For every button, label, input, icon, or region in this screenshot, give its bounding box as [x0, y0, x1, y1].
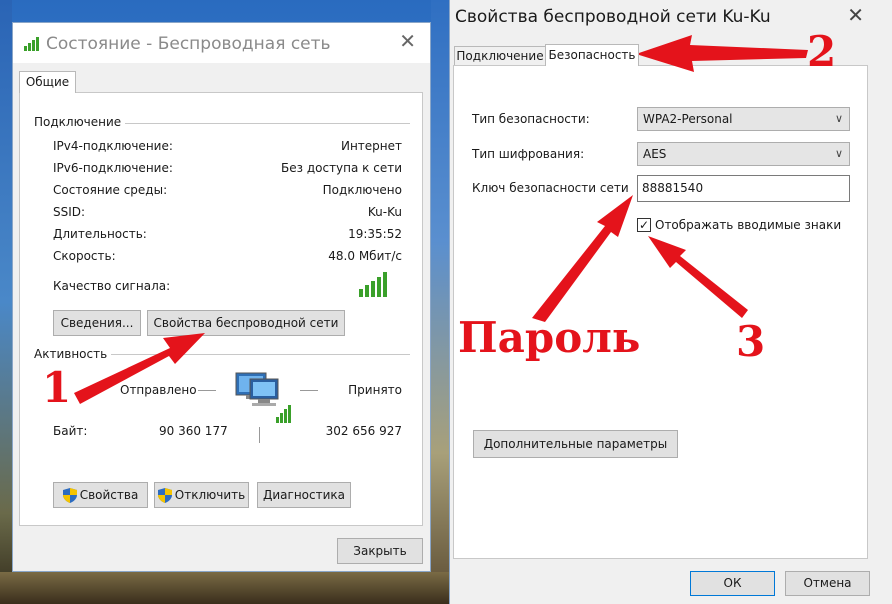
close-button[interactable]: Закрыть	[337, 538, 423, 564]
media-state-label: Состояние среды:	[53, 183, 168, 197]
ipv6-value: Без доступа к сети	[281, 161, 402, 175]
divider	[198, 390, 216, 391]
activity-group-label: Активность	[34, 347, 112, 361]
annotation-password: Пароль	[458, 313, 641, 362]
properties-label: Свойства	[79, 488, 139, 502]
signal-strength-icon	[359, 272, 387, 297]
security-type-select[interactable]: WPA2-Personal ∨	[637, 107, 850, 131]
title-bar: Состояние - Беспроводная сеть ✕	[13, 23, 430, 63]
ipv6-label: IPv6-подключение:	[53, 161, 173, 175]
annotation-step-2: 2	[807, 27, 837, 76]
wifi-signal-icon	[24, 37, 39, 51]
desktop-background-middle	[431, 0, 449, 604]
bytes-received-value: 302 656 927	[325, 424, 402, 438]
ipv4-value: Интернет	[340, 139, 402, 153]
network-computers-icon	[235, 372, 291, 423]
disable-label: Отключить	[174, 488, 246, 502]
desktop-background-bottom	[0, 572, 449, 604]
divider	[300, 390, 318, 391]
chevron-down-icon: ∨	[834, 147, 843, 160]
close-icon[interactable]: ✕	[847, 5, 864, 25]
tab-security[interactable]: Безопасность	[545, 44, 639, 66]
speed-value: 48.0 Мбит/с	[328, 249, 402, 263]
shield-icon	[62, 488, 77, 503]
connection-group-label: Подключение	[34, 115, 126, 129]
window-title: Состояние - Беспроводная сеть	[46, 34, 331, 54]
received-label: Принято	[348, 383, 402, 397]
general-panel: Подключение IPv4-подключение: Интернет I…	[19, 92, 423, 526]
annotation-step-1: 1	[42, 363, 72, 412]
properties-button[interactable]: Свойства	[53, 482, 148, 508]
window-title: Свойства беспроводной сети Ku-Ku	[455, 7, 771, 27]
duration-label: Длительность:	[53, 227, 147, 241]
show-characters-label: Отображать вводимые знаки	[655, 218, 842, 232]
close-icon[interactable]: ✕	[399, 31, 416, 51]
security-type-label: Тип безопасности:	[472, 112, 590, 126]
ssid-value: Ku-Ku	[367, 205, 402, 219]
show-characters-checkbox[interactable]: ✓	[637, 218, 651, 232]
security-type-value: WPA2-Personal	[643, 112, 733, 126]
details-button[interactable]: Сведения...	[53, 310, 141, 336]
wireless-properties-window: Свойства беспроводной сети Ku-Ku ✕ Подкл…	[449, 0, 892, 604]
chevron-down-icon: ∨	[834, 112, 843, 125]
signal-quality-label: Качество сигнала:	[53, 279, 171, 293]
security-key-input[interactable]: 88881540	[637, 175, 850, 202]
speed-label: Скорость:	[53, 249, 116, 263]
sent-label: Отправлено	[120, 383, 197, 397]
ssid-label: SSID:	[53, 205, 86, 219]
disable-button[interactable]: Отключить	[154, 482, 249, 508]
wireless-properties-button[interactable]: Свойства беспроводной сети	[147, 310, 345, 336]
shield-icon	[157, 488, 172, 503]
annotation-step-3: 3	[736, 317, 766, 366]
ok-button[interactable]: ОК	[690, 571, 775, 596]
media-state-value: Подключено	[322, 183, 402, 197]
encryption-type-select[interactable]: AES ∨	[637, 142, 850, 166]
bytes-sent-value: 90 360 177	[159, 424, 228, 438]
security-panel: Тип безопасности: WPA2-Personal ∨ Тип ши…	[453, 65, 868, 559]
tab-general[interactable]: Общие	[19, 71, 76, 93]
advanced-settings-button[interactable]: Дополнительные параметры	[473, 430, 678, 458]
wireless-status-window: Состояние - Беспроводная сеть ✕ Общие По…	[12, 22, 431, 572]
bytes-label: Байт:	[53, 424, 88, 438]
divider	[259, 427, 260, 443]
encryption-type-value: AES	[643, 147, 667, 161]
tab-connection[interactable]: Подключение	[454, 46, 546, 66]
ipv4-label: IPv4-подключение:	[53, 139, 173, 153]
desktop-background-left	[0, 0, 12, 604]
duration-value: 19:35:52	[348, 227, 402, 241]
cancel-button[interactable]: Отмена	[785, 571, 870, 596]
security-key-label: Ключ безопасности сети	[472, 181, 629, 195]
diagnostics-button[interactable]: Диагностика	[257, 482, 351, 508]
encryption-type-label: Тип шифрования:	[472, 147, 585, 161]
